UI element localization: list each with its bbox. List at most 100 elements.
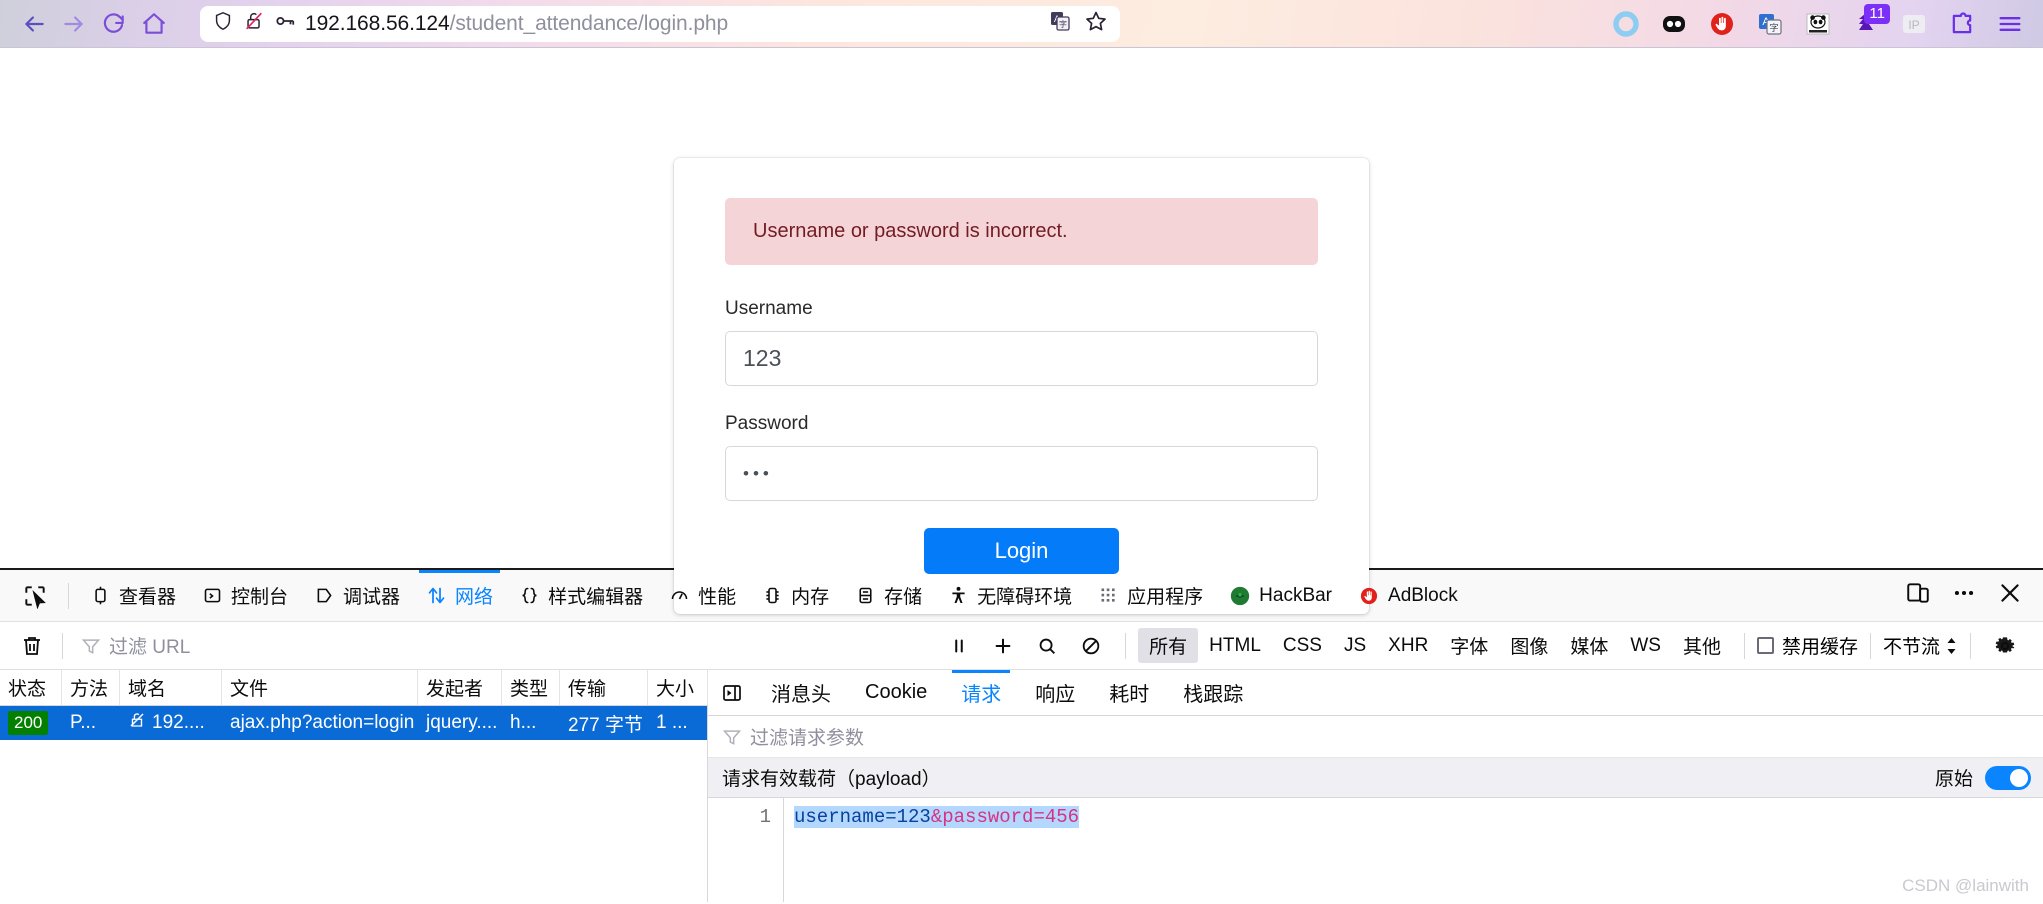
back-arrow-icon[interactable] <box>14 4 54 44</box>
adblock-extension-icon[interactable] <box>1705 7 1739 41</box>
tab-accessibility[interactable]: 无障碍环境 <box>935 570 1085 621</box>
col-type[interactable]: 类型 <box>502 670 560 705</box>
network-list-empty-area <box>0 740 707 902</box>
detail-tab-headers[interactable]: 消息头 <box>754 670 848 715</box>
tab-inspector[interactable]: 查看器 <box>77 570 189 621</box>
cell-initiator: jquery.... <box>426 712 498 733</box>
expand-panel-icon[interactable] <box>716 670 754 715</box>
page-content: Username or password is incorrect. Usern… <box>0 48 2043 614</box>
checkbox-box[interactable] <box>1756 637 1774 654</box>
filter-chip-other[interactable]: 其他 <box>1672 628 1732 663</box>
table-row[interactable]: 200 P... 192.... ajax.php?action=login j… <box>0 706 707 740</box>
tab-debugger[interactable]: 调试器 <box>301 570 413 621</box>
disable-cache-checkbox[interactable]: 禁用缓存 <box>1756 632 1858 659</box>
col-transferred[interactable]: 传输 <box>560 670 648 705</box>
col-domain[interactable]: 域名 <box>120 670 222 705</box>
url-bar[interactable]: 192.168.56.124/student_attendance/login.… <box>200 5 1120 42</box>
filter-chip-font[interactable]: 字体 <box>1439 628 1499 663</box>
detail-tab-timings[interactable]: 耗时 <box>1092 670 1166 715</box>
tab-label: 应用程序 <box>1127 587 1204 608</box>
password-input[interactable]: ••• <box>725 446 1318 501</box>
ip-extension-icon[interactable]: IP <box>1897 7 1931 41</box>
search-icon[interactable] <box>1025 629 1069 663</box>
downloads-icon[interactable]: 11 <box>1849 3 1890 41</box>
panda-extension-icon[interactable] <box>1801 7 1835 41</box>
more-options-icon[interactable] <box>1951 580 1977 612</box>
clear-requests-icon[interactable] <box>10 634 54 658</box>
lock-broken-icon[interactable] <box>243 10 265 37</box>
filter-chip-ws[interactable]: WS <box>1619 631 1672 661</box>
tab-network[interactable]: 网络 <box>413 570 506 621</box>
col-initiator[interactable]: 发起者 <box>418 670 502 705</box>
filter-chip-html[interactable]: HTML <box>1198 631 1272 661</box>
bitwarden-extension-icon[interactable] <box>1657 7 1691 41</box>
responsive-design-icon[interactable] <box>1905 580 1931 612</box>
bookmark-star-icon[interactable] <box>1084 9 1108 38</box>
tab-hackbar[interactable]: HackBar <box>1216 570 1345 621</box>
filter-chip-js[interactable]: JS <box>1333 631 1377 661</box>
home-icon[interactable] <box>134 4 174 44</box>
tab-console[interactable]: 控制台 <box>189 570 301 621</box>
ring-extension-icon[interactable] <box>1609 7 1643 41</box>
key-icon[interactable] <box>274 10 296 37</box>
payload-code[interactable]: username=123&password=456 <box>784 798 1080 902</box>
tab-label: 样式编辑器 <box>548 587 644 608</box>
network-table-header: 状态 方法 域名 文件 发起者 类型 传输 大小 <box>0 670 708 706</box>
tab-memory[interactable]: 内存 <box>749 570 842 621</box>
browser-toolbar: 192.168.56.124/student_attendance/login.… <box>0 0 2043 48</box>
block-icon[interactable] <box>1069 629 1113 663</box>
cell-file: ajax.php?action=login <box>230 712 415 733</box>
payload-amp-token: & <box>930 806 943 828</box>
tab-label: AdBlock <box>1388 584 1458 606</box>
app-menu-icon[interactable] <box>1993 7 2027 41</box>
cell-transferred: 277 字节 <box>568 714 643 736</box>
filter-chip-all[interactable]: 所有 <box>1138 628 1199 663</box>
puzzle-extensions-icon[interactable] <box>1945 7 1979 41</box>
watermark: CSDN @lainwith <box>1902 876 2029 895</box>
cell-domain-text: 192.... <box>152 712 205 733</box>
new-request-icon[interactable] <box>981 629 1025 663</box>
url-text[interactable]: 192.168.56.124/student_attendance/login.… <box>305 12 728 36</box>
col-file[interactable]: 文件 <box>222 670 418 705</box>
cell-domain: 192.... <box>120 706 222 740</box>
tab-label: 性能 <box>698 587 737 608</box>
filter-chip-xhr[interactable]: XHR <box>1377 631 1439 661</box>
filter-chip-css[interactable]: CSS <box>1272 631 1333 661</box>
downloads-badge: 11 <box>1864 3 1890 25</box>
login-card: Username or password is incorrect. Usern… <box>674 158 1369 614</box>
reload-icon[interactable] <box>94 4 134 44</box>
insecure-icon <box>128 711 146 735</box>
col-size[interactable]: 大小 <box>648 670 708 705</box>
username-input[interactable]: 123 <box>725 331 1318 386</box>
request-param-filter-input[interactable]: 过滤请求参数 <box>708 716 2043 758</box>
detail-tab-response[interactable]: 响应 <box>1018 670 1092 715</box>
tab-performance[interactable]: 性能 <box>656 570 749 621</box>
filter-chip-media[interactable]: 媒体 <box>1559 628 1619 663</box>
tab-style-editor[interactable]: 样式编辑器 <box>506 570 656 621</box>
element-picker-icon[interactable] <box>10 570 60 621</box>
tab-adblock[interactable]: AdBlock <box>1345 570 1471 621</box>
network-request-list: 状态 方法 域名 文件 发起者 类型 传输 大小 200 P... 192...… <box>0 670 708 902</box>
col-status[interactable]: 状态 <box>0 670 62 705</box>
url-filter-input[interactable]: 过滤 URL <box>71 632 641 659</box>
translate-icon[interactable]: A 字 <box>1048 9 1072 38</box>
pause-icon[interactable] <box>937 629 981 663</box>
detail-tab-stacktrace[interactable]: 栈跟踪 <box>1166 670 1260 715</box>
payload-section-header: 请求有效载荷（payload） 原始 <box>708 758 2043 798</box>
throttle-select[interactable]: 不节流 <box>1883 632 1958 659</box>
col-method[interactable]: 方法 <box>62 670 120 705</box>
close-icon[interactable] <box>1997 580 2023 612</box>
detail-tab-cookie[interactable]: Cookie <box>848 670 944 715</box>
forward-arrow-icon[interactable] <box>54 4 94 44</box>
detail-tab-request[interactable]: 请求 <box>944 670 1018 715</box>
payload-password-token: password=456 <box>942 806 1080 828</box>
translate-extension-icon[interactable]: A 字 <box>1753 7 1787 41</box>
settings-gear-icon[interactable] <box>1983 629 2027 663</box>
tab-application[interactable]: 应用程序 <box>1085 570 1216 621</box>
raw-toggle[interactable] <box>1985 765 2031 790</box>
tab-storage[interactable]: 存储 <box>842 570 935 621</box>
filter-chip-image[interactable]: 图像 <box>1499 628 1559 663</box>
login-button[interactable]: Login <box>924 528 1119 574</box>
extensions-area: A 字 11 IP <box>1609 3 2029 41</box>
shield-icon[interactable] <box>212 10 234 37</box>
